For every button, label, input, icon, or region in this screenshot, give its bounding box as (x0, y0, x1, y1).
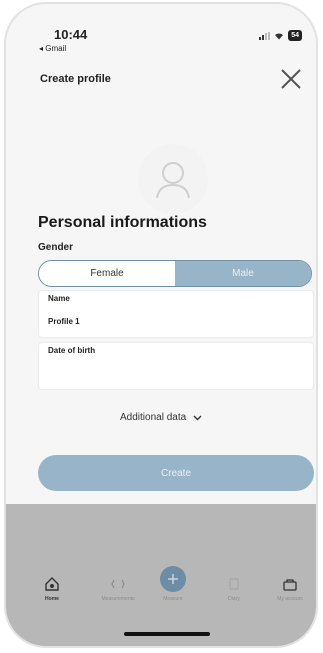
account-icon (283, 579, 297, 591)
status-icons: 54 (259, 30, 302, 41)
section-title: Personal informations (38, 214, 207, 231)
create-button[interactable]: Create (38, 455, 314, 491)
tab-measure-label: Measure (163, 596, 183, 602)
user-icon (156, 162, 190, 199)
status-time: 10:44 (54, 27, 88, 42)
close-icon[interactable] (278, 66, 304, 92)
avatar[interactable] (138, 144, 208, 214)
wifi-icon (275, 32, 284, 39)
signal-icon (259, 31, 271, 40)
measure-icon (111, 579, 125, 589)
phone-frame: 10:44 ◂ Gmail 54 Create profile Personal… (4, 2, 318, 648)
gender-option-female[interactable]: Female (39, 261, 175, 286)
tab-home-label: Home (45, 596, 59, 602)
tab-home[interactable]: Home (24, 576, 80, 602)
tab-measurements[interactable]: Measurements (90, 576, 146, 602)
home-icon (45, 577, 59, 591)
battery-icon: 54 (288, 30, 302, 41)
name-value[interactable]: Profile 1 (48, 317, 80, 326)
tab-diary-label: Diary (228, 596, 240, 602)
name-field[interactable]: Name Profile 1 (38, 290, 314, 338)
plus-icon (168, 574, 178, 584)
name-label: Name (48, 294, 70, 303)
tab-measurements-label: Measurements (101, 596, 135, 602)
chevron-down-icon (193, 415, 202, 421)
gender-option-male[interactable]: Male (175, 261, 311, 286)
tab-my-account-label: My account (277, 596, 303, 602)
page-title: Create profile (40, 73, 111, 85)
tab-my-account[interactable]: My account (262, 576, 316, 602)
gender-toggle: Female Male (38, 260, 312, 287)
gender-label: Gender (38, 242, 74, 253)
date-of-birth-label: Date of birth (48, 346, 96, 355)
diary-icon (229, 578, 239, 590)
measure-fab-button[interactable] (160, 566, 186, 592)
additional-data-label: Additional data (120, 412, 187, 423)
back-to-app-link[interactable]: ◂ Gmail (39, 44, 66, 53)
header: Create profile (6, 60, 316, 100)
home-indicator (124, 632, 210, 636)
status-bar: 10:44 ◂ Gmail 54 (6, 4, 316, 60)
tab-diary[interactable]: Diary (206, 576, 262, 602)
additional-data-toggle[interactable]: Additional data (6, 412, 316, 423)
date-of-birth-field[interactable]: Date of birth (38, 342, 314, 390)
